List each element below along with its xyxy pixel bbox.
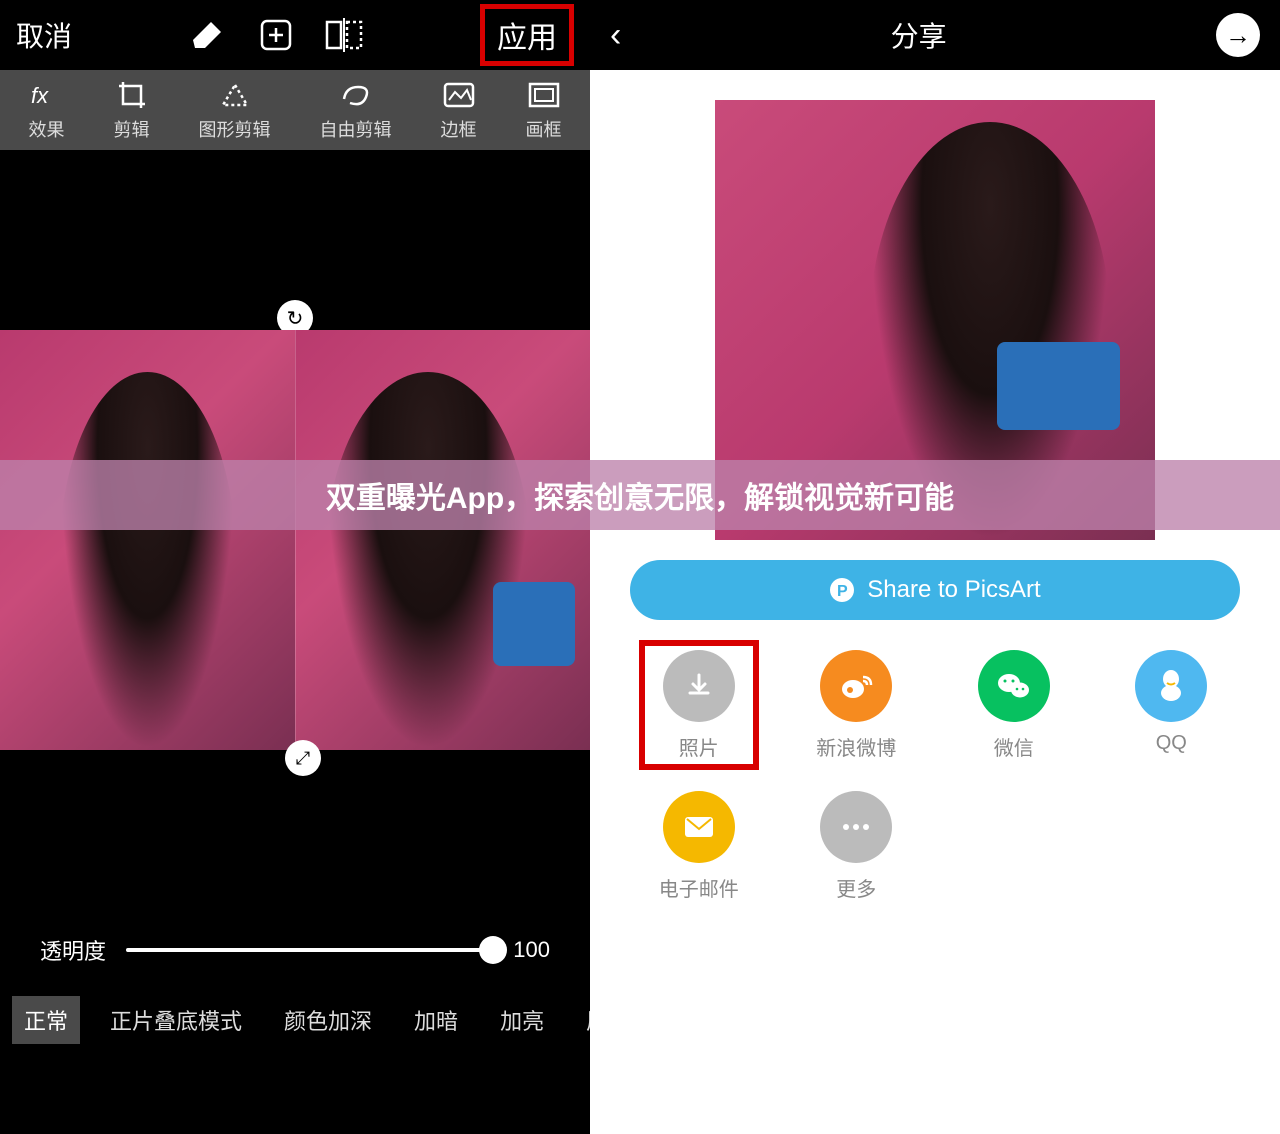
- tool-border[interactable]: 边框: [441, 78, 477, 142]
- photo-layer[interactable]: [0, 330, 590, 750]
- photo-left: [0, 330, 296, 750]
- wechat-icon: [978, 650, 1050, 722]
- fx-icon: fx: [30, 78, 64, 112]
- crop-icon: [115, 78, 149, 112]
- share-photo[interactable]: 照片: [630, 650, 768, 761]
- mode-multiply[interactable]: 正片叠底模式: [98, 996, 254, 1044]
- opacity-label: 透明度: [40, 934, 106, 966]
- tool-label: 剪辑: [114, 116, 150, 142]
- eraser-icon[interactable]: [188, 15, 228, 55]
- share-label: 更多: [836, 873, 876, 902]
- tool-free-crop[interactable]: 自由剪辑: [320, 78, 392, 142]
- share-label: 电子邮件: [659, 873, 739, 902]
- more-icon: [820, 791, 892, 863]
- share-label: QQ: [1156, 732, 1187, 755]
- flip-icon[interactable]: [324, 15, 364, 55]
- share-email[interactable]: 电子邮件: [630, 791, 768, 902]
- cancel-button[interactable]: 取消: [16, 15, 72, 55]
- svg-text:P: P: [837, 583, 848, 600]
- tool-label: 边框: [441, 116, 477, 142]
- add-layer-icon[interactable]: [256, 15, 296, 55]
- svg-text:fx: fx: [31, 83, 49, 108]
- forward-button[interactable]: →: [1216, 13, 1260, 57]
- share-options: 照片 新浪微博 微信 QQ: [590, 650, 1280, 902]
- editor-top-bar: 取消 应用: [0, 0, 590, 70]
- tool-crop[interactable]: 剪辑: [114, 78, 150, 142]
- frame-icon: [527, 78, 561, 112]
- share-wechat[interactable]: 微信: [945, 650, 1083, 761]
- tool-label: 效果: [29, 116, 65, 142]
- tool-effect[interactable]: fx 效果: [29, 78, 65, 142]
- opacity-slider[interactable]: [126, 948, 493, 952]
- tool-label: 画框: [526, 116, 562, 142]
- tool-label: 图形剪辑: [199, 116, 271, 142]
- opacity-value: 100: [513, 937, 550, 963]
- picsart-icon: P: [829, 577, 855, 603]
- share-button-label: Share to PicsArt: [867, 576, 1040, 604]
- tool-frame[interactable]: 画框: [526, 78, 562, 142]
- opacity-slider-row: 透明度 100: [0, 910, 590, 990]
- tool-shape-crop[interactable]: 图形剪辑: [199, 78, 271, 142]
- share-qq[interactable]: QQ: [1103, 650, 1241, 761]
- mode-normal[interactable]: 正常: [12, 996, 80, 1044]
- highlight-box: [639, 640, 759, 770]
- slider-thumb[interactable]: [479, 936, 507, 964]
- email-icon: [663, 791, 735, 863]
- weibo-icon: [820, 650, 892, 722]
- share-top-bar: ‹ 分享 →: [590, 0, 1280, 70]
- tool-bar: fx 效果 剪辑 图形剪辑 自由剪辑 边框 画框: [0, 70, 590, 150]
- tool-label: 自由剪辑: [320, 116, 392, 142]
- editor-canvas[interactable]: ↻ ⤢: [0, 150, 590, 910]
- photo-right: [296, 330, 591, 750]
- blend-mode-bar[interactable]: 正常 正片叠底模式 颜色加深 加暗 加亮 屏幕 叠加: [0, 990, 590, 1050]
- shape-crop-icon: [218, 78, 252, 112]
- share-more[interactable]: 更多: [788, 791, 926, 902]
- back-button[interactable]: ‹: [610, 16, 621, 55]
- overlay-banner: 双重曝光App，探索创意无限，解锁视觉新可能: [0, 460, 1280, 530]
- lasso-icon: [339, 78, 373, 112]
- share-to-picsart-button[interactable]: P Share to PicsArt: [630, 560, 1240, 620]
- mode-color-burn[interactable]: 颜色加深: [272, 996, 384, 1044]
- mode-screen[interactable]: 屏幕: [574, 996, 590, 1044]
- resize-handle-icon[interactable]: ⤢: [285, 740, 321, 776]
- share-title: 分享: [891, 15, 947, 55]
- share-weibo[interactable]: 新浪微博: [788, 650, 926, 761]
- mode-lighten[interactable]: 加亮: [488, 996, 556, 1044]
- apply-button[interactable]: 应用: [480, 4, 574, 66]
- border-icon: [442, 78, 476, 112]
- share-label: 微信: [994, 732, 1034, 761]
- share-label: 新浪微博: [816, 732, 896, 761]
- mode-darken[interactable]: 加暗: [402, 996, 470, 1044]
- qq-icon: [1135, 650, 1207, 722]
